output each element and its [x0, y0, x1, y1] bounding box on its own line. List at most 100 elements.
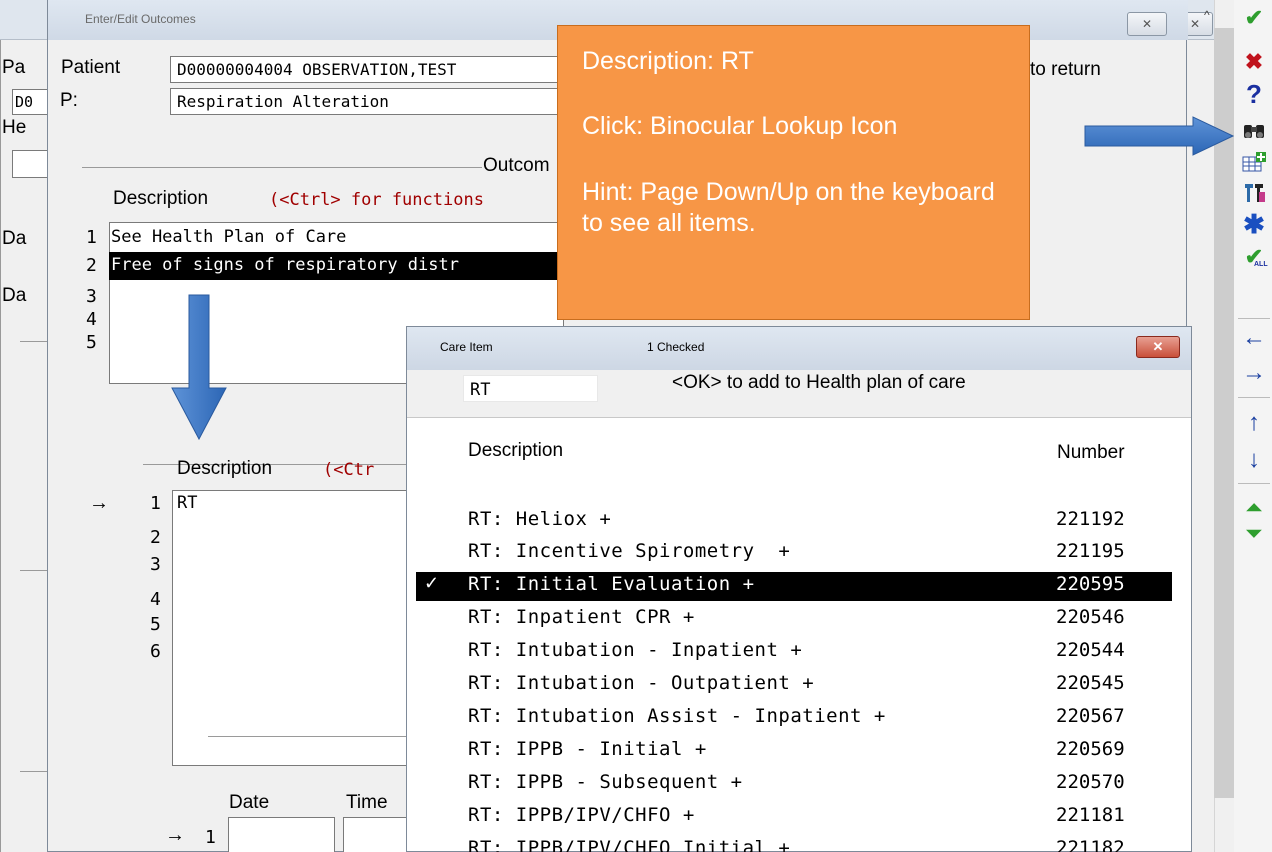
- care-row-clip: RT: IPPB/IPV/CHFO Initial + 221182: [407, 836, 1191, 852]
- arrow-down-icon[interactable]: ↓: [1241, 447, 1267, 473]
- table-row[interactable]: RT: Intubation - Inpatient + 220544: [416, 638, 1172, 667]
- table-row[interactable]: RT: IPPB - Subsequent + 220570: [416, 770, 1172, 799]
- bg-field-d0: D0: [12, 89, 52, 115]
- table-row[interactable]: RT: IPPB - Initial + 220569: [416, 737, 1172, 766]
- help-question-icon[interactable]: ?: [1241, 81, 1267, 107]
- row-number: 6: [150, 641, 161, 662]
- list-item[interactable]: 3: [80, 284, 564, 308]
- tools-icon[interactable]: [1241, 180, 1267, 206]
- table-row[interactable]: RT: IPPB/IPV/CHFO Initial + 221182: [416, 836, 1172, 852]
- item-number: 221192: [1056, 508, 1125, 530]
- item-description: RT: Inpatient CPR +: [468, 606, 695, 628]
- intervention-text: RT: [177, 493, 198, 513]
- row-number: 3: [150, 554, 161, 575]
- table-row-selected[interactable]: ✓ RT: Initial Evaluation + 220595: [416, 572, 1172, 601]
- date-label: Date: [229, 792, 270, 813]
- care-search-field[interactable]: RT: [463, 375, 598, 402]
- row-number: 3: [86, 286, 97, 307]
- item-description: RT: Initial Evaluation +: [468, 573, 755, 595]
- outcomes-divider: [82, 167, 482, 168]
- list-item[interactable]: 4: [140, 588, 408, 614]
- row-number: 2: [86, 255, 97, 276]
- patient-label: Patient: [61, 57, 121, 78]
- item-number: 221181: [1056, 804, 1125, 826]
- table-row[interactable]: RT: IPPB/IPV/CHFO + 221181: [416, 803, 1172, 832]
- bg-divider-3: [20, 771, 50, 772]
- item-number: 220569: [1056, 738, 1125, 760]
- list-item[interactable]: 2: [140, 526, 408, 552]
- row-number: 5: [86, 332, 97, 353]
- callout-description: Description: RT: [582, 47, 754, 75]
- x-cancel-icon[interactable]: ✖: [1241, 49, 1267, 75]
- outcomes-section-label: Outcom: [483, 155, 550, 176]
- toolbar-separator: [1238, 483, 1270, 484]
- list-item[interactable]: 5: [140, 613, 408, 639]
- outcome-text: See Health Plan of Care: [111, 227, 347, 247]
- item-description: RT: Intubation - Outpatient +: [468, 672, 815, 694]
- callout-click: Click: Binocular Lookup Icon: [582, 112, 898, 141]
- outcome-text-selected: Free of signs of respiratory distr: [109, 252, 564, 280]
- check-all-label: ALL: [1254, 261, 1268, 268]
- table-row[interactable]: RT: Inpatient CPR + 220546: [416, 605, 1172, 634]
- table-row[interactable]: RT: Heliox + 221192: [416, 507, 1172, 536]
- table-row[interactable]: RT: Intubation Assist - Inpatient + 22056…: [416, 704, 1172, 733]
- dialog-close-button[interactable]: ✕: [1127, 12, 1167, 36]
- page-down-icon[interactable]: ⏷: [1241, 521, 1267, 547]
- date-row-number: 1: [205, 827, 216, 848]
- intervention-description-label: Description: [177, 458, 273, 479]
- problem-label: P:: [60, 90, 78, 111]
- item-description: RT: IPPB - Initial +: [468, 738, 707, 760]
- table-row[interactable]: RT: Intubation - Outpatient + 220545: [416, 671, 1172, 700]
- toolbar-separator: [1238, 397, 1270, 398]
- arrow-left-icon[interactable]: ←: [1241, 325, 1267, 351]
- instruction-callout: Description: RT Click: Binocular Lookup …: [557, 25, 1030, 320]
- row-number: 5: [150, 614, 161, 635]
- care-item-title: Care Item: [440, 340, 493, 354]
- table-row[interactable]: RT: Incentive Spirometry + 221195: [416, 539, 1172, 568]
- list-item[interactable]: 1 See Health Plan of Care: [80, 224, 564, 252]
- checkmark-icon: ✓: [424, 573, 440, 593]
- row-number: 4: [150, 589, 161, 610]
- care-instruction: <OK> to add to Health plan of care: [672, 372, 966, 393]
- item-number: 221182: [1056, 837, 1125, 852]
- care-item-close-button[interactable]: ✕: [1136, 336, 1180, 358]
- grid-add-icon[interactable]: [1241, 150, 1267, 176]
- item-description: RT: Incentive Spirometry +: [468, 540, 791, 562]
- patient-field: D00000004004 OBSERVATION,TEST: [170, 56, 570, 83]
- asterisk-icon[interactable]: ✱: [1241, 211, 1267, 237]
- col-header-number: Number: [1057, 442, 1125, 463]
- row-number: 4: [86, 309, 97, 330]
- care-item-titlebar: [407, 327, 1191, 370]
- time-input[interactable]: [343, 817, 408, 852]
- list-item[interactable]: 1 RT: [140, 492, 408, 518]
- date-input[interactable]: [228, 817, 335, 852]
- list-item[interactable]: 3: [140, 553, 408, 579]
- bg-label-da1: Da: [2, 228, 27, 249]
- arrow-right-icon[interactable]: →: [1241, 360, 1267, 386]
- item-number: 220567: [1056, 705, 1125, 727]
- care-item-checked-count: 1 Checked: [647, 340, 705, 354]
- bg-label-da2: Da: [2, 285, 27, 306]
- bg-input-he[interactable]: [12, 150, 52, 178]
- item-description: RT: Intubation Assist - Inpatient +: [468, 705, 886, 727]
- check-all-icon[interactable]: ✔ ALL: [1241, 244, 1268, 270]
- bg-label-d0: D0: [15, 93, 34, 111]
- binoculars-lookup-icon[interactable]: [1241, 117, 1267, 143]
- check-icon[interactable]: ✔: [1241, 5, 1267, 31]
- arrow-up-icon[interactable]: ↑: [1241, 410, 1267, 436]
- intervention-rows: 1 RT 2 3 4 5 6: [140, 492, 408, 667]
- page-up-icon[interactable]: ⏶: [1241, 495, 1267, 521]
- description-hint: (<Ctrl> for functions: [269, 190, 484, 210]
- dialog-title: Enter/Edit Outcomes: [85, 12, 196, 26]
- row-pointer: →: [89, 492, 109, 514]
- description-label: Description: [113, 188, 209, 209]
- toolbar-separator: [1238, 318, 1270, 319]
- item-description: RT: Heliox +: [468, 508, 612, 530]
- bg-divider-2: [20, 570, 50, 571]
- list-item[interactable]: 2 Free of signs of respiratory distr: [80, 252, 564, 280]
- row-number: 1: [150, 493, 161, 514]
- list-item[interactable]: 6: [140, 640, 408, 666]
- date-divider: [208, 736, 408, 737]
- date-row-pointer: →: [165, 824, 185, 846]
- arrow-to-binoculars: [1083, 115, 1235, 157]
